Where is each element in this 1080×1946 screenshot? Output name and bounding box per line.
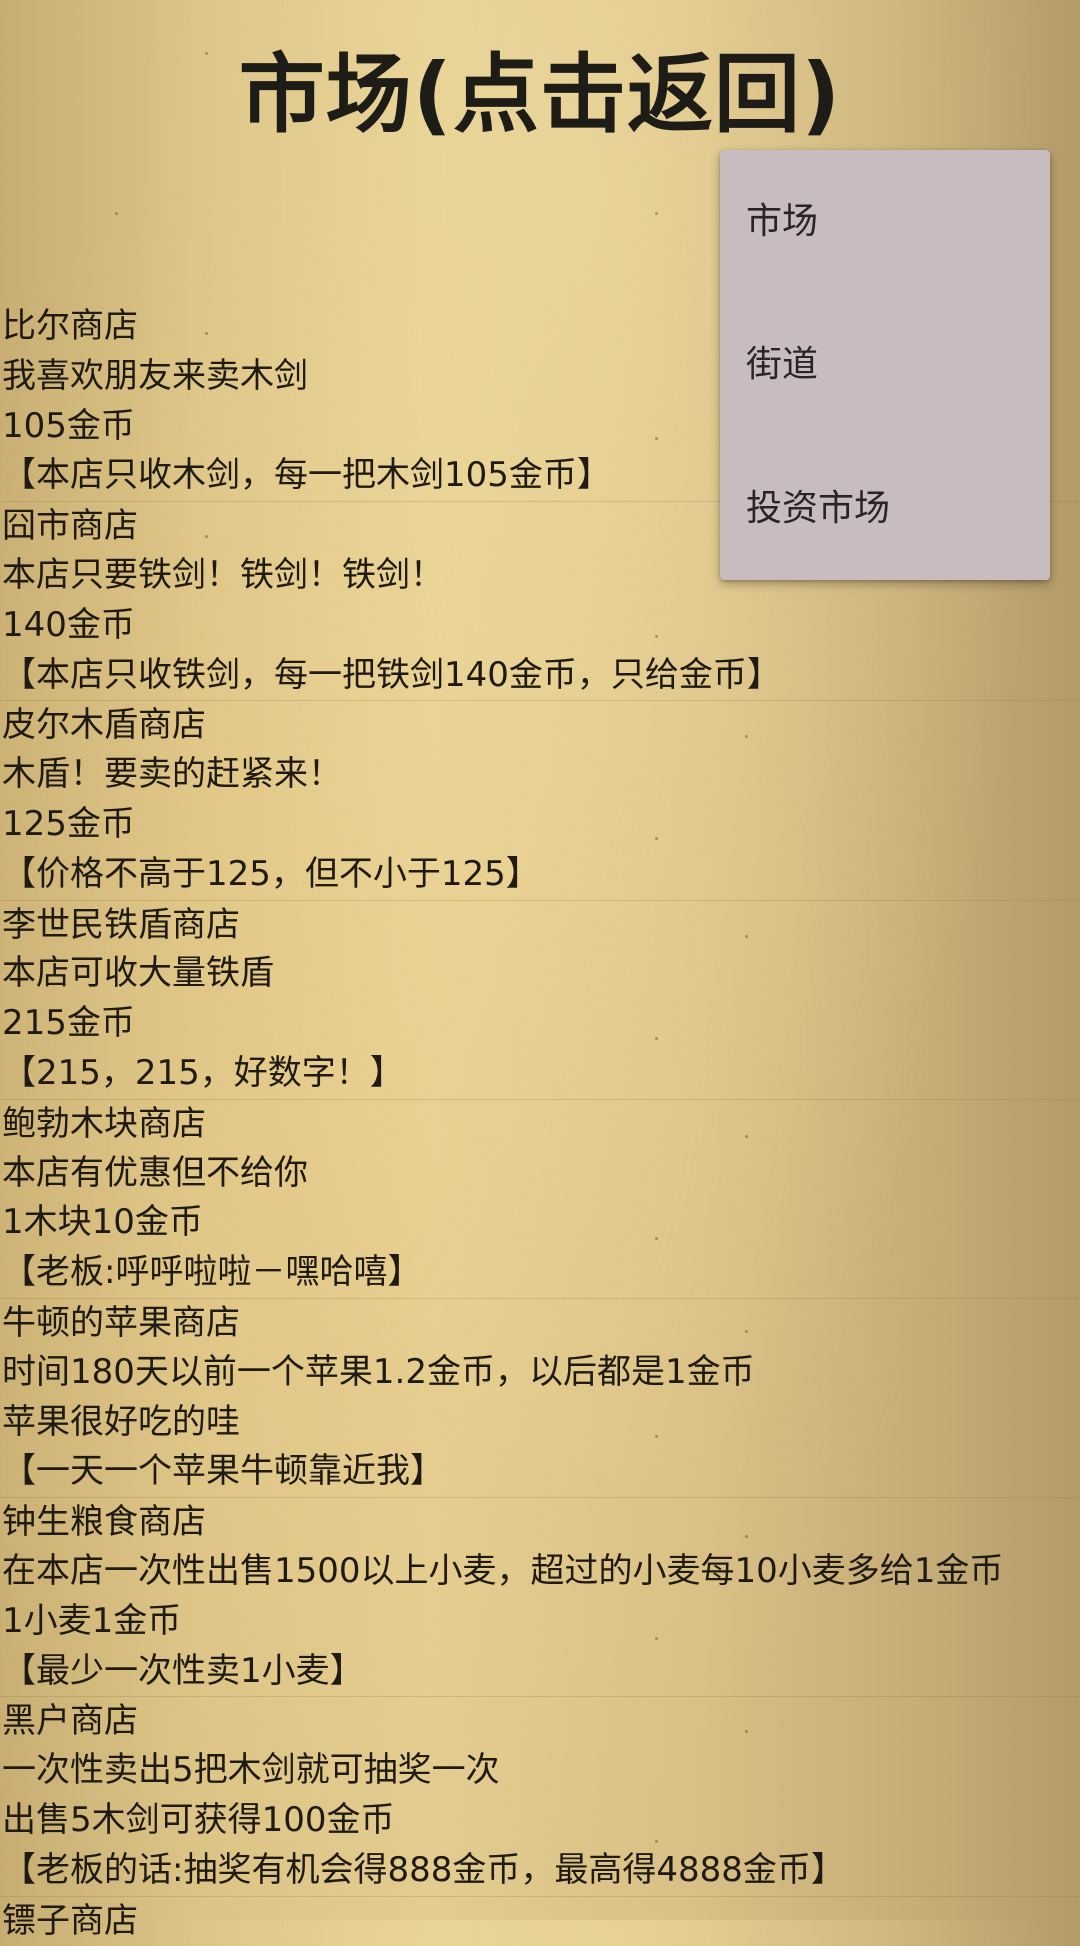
navigation-dropdown-menu: 市场 街道 投资市场 xyxy=(720,150,1050,580)
shop-slogan: 一次性卖出5把木剑就可抽奖一次 xyxy=(2,1750,500,1791)
shop-name[interactable]: 皮尔木盾商店 xyxy=(0,701,1080,750)
menu-item-investment-market[interactable]: 投资市场 xyxy=(720,437,1050,580)
menu-item-market[interactable]: 市场 xyxy=(720,150,1050,293)
shop-entry: 皮尔木盾商店 木盾！要卖的赶紧来！ 125金币 【价格不高于125，但不小于12… xyxy=(0,700,1080,899)
shop-slogan: 本店可收大量铁盾 xyxy=(2,953,274,994)
shop-entry: 牛顿的苹果商店 时间180天以前一个苹果1.2金币，以后都是1金币 苹果很好吃的… xyxy=(0,1297,1080,1497)
shop-name[interactable]: 钟生粮食商店 xyxy=(0,1498,1080,1547)
shop-name[interactable]: 镖子商店 xyxy=(0,1897,1080,1946)
shop-entry: 黑户商店 一次性卖出5把木剑就可抽奖一次 出售5木剑可获得100金币 【老板的话… xyxy=(0,1696,1080,1895)
shop-note: 【老板的话:抽奖有机会得888金币，最高得4888金币】 xyxy=(2,1849,845,1890)
shop-slogan: 时间180天以前一个苹果1.2金币，以后都是1金币 xyxy=(2,1351,755,1392)
shop-note: 【最少一次性卖1小麦】 xyxy=(2,1650,364,1691)
shop-price: 出售5木剑可获得100金币 xyxy=(2,1799,395,1840)
shop-slogan: 本店有优惠但不给你 xyxy=(2,1152,308,1193)
shop-price: 1木块10金币 xyxy=(2,1202,203,1243)
shop-price: 140金币 xyxy=(2,604,135,645)
shop-price: 苹果很好吃的哇 xyxy=(2,1401,240,1442)
shop-entry: 钟生粮食商店 在本店一次性出售1500以上小麦，超过的小麦每10小麦多给1金币 … xyxy=(0,1497,1080,1696)
shop-slogan: 在本店一次性出售1500以上小麦，超过的小麦每10小麦多给1金币 xyxy=(2,1550,1004,1591)
shop-note: 【本店只收铁剑，每一把铁剑140金币，只给金币】 xyxy=(2,654,781,695)
page-title-back-button[interactable]: 市场(点击返回) xyxy=(0,40,1080,150)
shop-price: 1小麦1金币 xyxy=(2,1600,182,1641)
shop-price: 125金币 xyxy=(2,803,135,844)
shop-entry: 鲍勃木块商店 本店有优惠但不给你 1木块10金币 【老板:呼呼啦啦－嘿哈嘻】 xyxy=(0,1098,1080,1298)
shop-price: 215金币 xyxy=(2,1003,135,1044)
shop-name[interactable]: 黑户商店 xyxy=(0,1697,1080,1746)
shop-name[interactable]: 李世民铁盾商店 xyxy=(0,901,1080,950)
menu-item-street[interactable]: 街道 xyxy=(720,293,1050,436)
shop-note: 【老板:呼呼啦啦－嘿哈嘻】 xyxy=(2,1252,422,1293)
paper-speck xyxy=(115,212,118,215)
shop-name[interactable]: 鲍勃木块商店 xyxy=(0,1100,1080,1149)
shop-note: 【215，215，好数字！】 xyxy=(2,1052,404,1093)
shop-entry: 镖子商店 xyxy=(0,1895,1080,1946)
shop-slogan: 木盾！要卖的赶紧来！ xyxy=(2,754,342,795)
shop-note: 【一天一个苹果牛顿靠近我】 xyxy=(2,1451,444,1492)
shop-entry: 李世民铁盾商店 本店可收大量铁盾 215金币 【215，215，好数字！】 xyxy=(0,899,1080,1099)
shop-note: 【价格不高于125，但不小于125】 xyxy=(2,853,540,894)
shop-name[interactable]: 牛顿的苹果商店 xyxy=(0,1299,1080,1348)
paper-speck xyxy=(655,212,658,215)
